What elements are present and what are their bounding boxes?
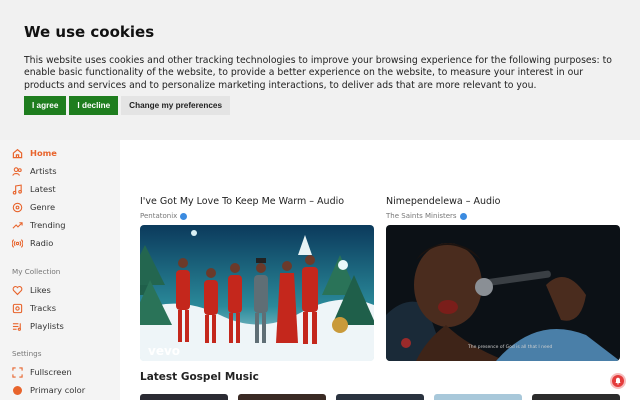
cookie-banner: We use cookies This website uses cookies… xyxy=(0,0,640,140)
sidebar-item-genre[interactable]: Genre xyxy=(12,200,55,214)
sidebar-item-label: Genre xyxy=(30,202,56,212)
gospel-thumbnails-row xyxy=(140,394,620,400)
artist-line: The Saints Ministers xyxy=(386,211,620,221)
sidebar-item-label: Radio xyxy=(30,238,54,248)
my-collection-label: My Collection xyxy=(12,267,61,276)
sidebar: Home Artists Latest Genre Trending Radio… xyxy=(0,140,120,400)
sidebar-item-label: Trending xyxy=(30,220,66,230)
artist-line: Pentatonix xyxy=(140,211,374,221)
song-thumbnail[interactable]: vevo xyxy=(140,225,374,361)
cookie-title: We use cookies xyxy=(24,23,155,41)
color-dot-icon xyxy=(12,385,23,396)
song-card[interactable]: I've Got My Love To Keep Me Warm – Audio… xyxy=(140,196,374,361)
main-content: I've Got My Love To Keep Me Warm – Audio… xyxy=(120,140,640,400)
latest-gospel-heading: Latest Gospel Music xyxy=(140,371,259,383)
sidebar-item-label: Fullscreen xyxy=(30,367,72,377)
tracks-icon xyxy=(12,303,23,314)
sidebar-item-primary-color[interactable]: Primary color xyxy=(12,383,85,397)
gospel-thumbnail[interactable] xyxy=(238,394,326,400)
cookie-text: This website uses cookies and other trac… xyxy=(24,55,612,91)
genre-icon xyxy=(12,202,23,213)
artists-icon xyxy=(12,166,23,177)
bell-icon xyxy=(615,377,621,385)
heart-icon xyxy=(12,285,23,296)
gospel-thumbnail[interactable] xyxy=(336,394,424,400)
sidebar-item-label: Artists xyxy=(30,166,57,176)
song-title[interactable]: I've Got My Love To Keep Me Warm – Audio xyxy=(140,196,374,210)
song-thumbnail[interactable]: The presence of God is all that I need xyxy=(386,225,620,361)
gospel-thumbnail[interactable] xyxy=(434,394,522,400)
sidebar-item-tracks[interactable]: Tracks xyxy=(12,301,56,315)
home-icon xyxy=(12,148,23,159)
video-caption: The presence of God is all that I need xyxy=(467,344,553,350)
vevo-watermark: vevo xyxy=(148,344,180,358)
playlist-icon xyxy=(12,321,23,332)
song-card[interactable]: Nimependelewa – Audio The Saints Ministe… xyxy=(386,196,620,361)
notification-bell-button[interactable] xyxy=(610,373,626,389)
artist-name[interactable]: The Saints Ministers xyxy=(386,212,457,220)
song-title[interactable]: Nimependelewa – Audio xyxy=(386,196,620,210)
sidebar-item-home[interactable]: Home xyxy=(12,146,57,160)
fullscreen-icon xyxy=(12,366,23,378)
verified-icon xyxy=(180,212,188,220)
settings-label: Settings xyxy=(12,349,42,358)
sidebar-item-label: Playlists xyxy=(30,321,64,331)
music-note-icon xyxy=(12,183,23,195)
verified-icon xyxy=(459,212,467,220)
sidebar-item-artists[interactable]: Artists xyxy=(12,164,57,178)
sidebar-item-playlists[interactable]: Playlists xyxy=(12,319,64,333)
artist-name[interactable]: Pentatonix xyxy=(140,212,177,220)
sidebar-item-latest[interactable]: Latest xyxy=(12,182,56,196)
radio-icon xyxy=(12,238,23,249)
sidebar-item-likes[interactable]: Likes xyxy=(12,283,51,297)
sidebar-item-fullscreen[interactable]: Fullscreen xyxy=(12,365,72,379)
gospel-thumbnail[interactable] xyxy=(140,394,228,400)
sidebar-item-label: Tracks xyxy=(30,303,57,313)
sidebar-item-label: Primary color xyxy=(30,385,86,395)
sidebar-item-label: Home xyxy=(30,148,57,158)
trending-icon xyxy=(12,220,23,231)
agree-button[interactable]: I agree xyxy=(24,96,67,115)
decline-button[interactable]: I decline xyxy=(69,96,119,115)
sidebar-item-label: Likes xyxy=(30,285,51,295)
sidebar-item-radio[interactable]: Radio xyxy=(12,236,53,250)
gospel-thumbnail[interactable] xyxy=(532,394,620,400)
sidebar-item-label: Latest xyxy=(30,184,56,194)
preferences-button[interactable]: Change my preferences xyxy=(121,96,231,115)
cookie-buttons: I agree I decline Change my preferences xyxy=(24,96,231,115)
sidebar-item-trending[interactable]: Trending xyxy=(12,218,66,232)
